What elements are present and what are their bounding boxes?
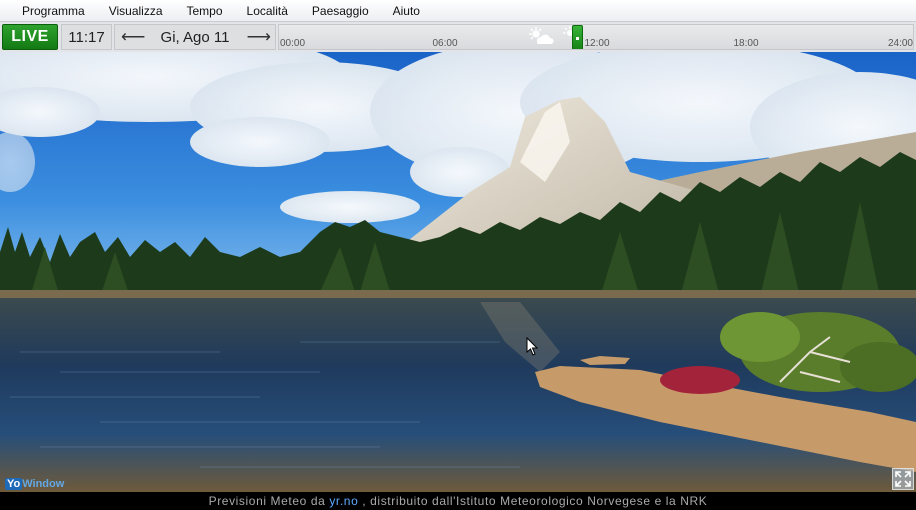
logo-part: Window	[22, 478, 65, 490]
mouse-cursor-icon	[526, 337, 538, 356]
timeline-slider[interactable]: 00:00 06:00 12:00 18:00 24:00	[278, 24, 914, 50]
tick-label: 24:00	[887, 38, 913, 49]
footer-prefix: Previsioni Meteo da	[208, 494, 330, 508]
timeline-handle[interactable]	[572, 25, 583, 49]
menu-paesaggio[interactable]: Paesaggio	[300, 0, 381, 22]
toolbar: LIVE 11:17 ⟵ Gi, Ago 11 ⟶ 00:00 06:00 12…	[0, 22, 916, 52]
current-time: 11:17	[61, 24, 112, 50]
landscape-view	[0, 52, 916, 492]
live-button[interactable]: LIVE	[2, 24, 58, 50]
tick-label: 18:00	[733, 38, 759, 49]
tick-label: 06:00	[432, 38, 458, 49]
tick-label: 00:00	[280, 38, 306, 49]
fullscreen-button[interactable]	[892, 468, 914, 490]
yowindow-logo[interactable]: Yo Window	[2, 477, 67, 491]
menu-visualizza[interactable]: Visualizza	[97, 0, 175, 22]
menu-bar: Programma Visualizza Tempo Località Paes…	[0, 0, 916, 22]
next-day-arrow-icon[interactable]: ⟶	[247, 28, 271, 46]
tick-label: 12:00	[584, 38, 610, 49]
partly-cloudy-icon	[529, 27, 554, 44]
footer-credits: Previsioni Meteo da yr.no , distribuito …	[0, 492, 916, 510]
yr-link[interactable]: yr.no	[329, 494, 358, 508]
menu-aiuto[interactable]: Aiuto	[381, 0, 432, 22]
date-navigator: ⟵ Gi, Ago 11 ⟶	[114, 24, 276, 50]
menu-localita[interactable]: Località	[235, 0, 300, 22]
footer-suffix: , distribuito dall'Istituto Meteorologic…	[362, 494, 708, 508]
fullscreen-icon	[895, 471, 911, 487]
menu-programma[interactable]: Programma	[10, 0, 97, 22]
logo-part: Yo	[5, 478, 23, 490]
menu-tempo[interactable]: Tempo	[175, 0, 235, 22]
mountain-lake-scene	[0, 52, 916, 492]
